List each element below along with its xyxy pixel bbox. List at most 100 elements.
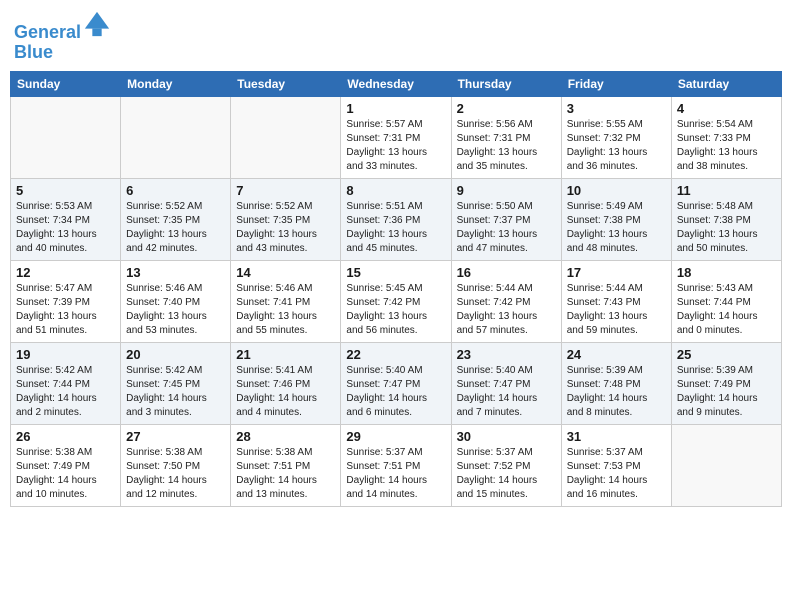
day-number: 8 bbox=[346, 183, 445, 198]
day-detail: Sunrise: 5:40 AM Sunset: 7:47 PM Dayligh… bbox=[457, 364, 556, 420]
calendar-cell: 1 Sunrise: 5:57 AM Sunset: 7:31 PM Daylig… bbox=[341, 96, 451, 178]
day-number: 14 bbox=[236, 265, 335, 280]
day-detail: Sunrise: 5:52 AM Sunset: 7:35 PM Dayligh… bbox=[236, 200, 335, 256]
day-number: 6 bbox=[126, 183, 225, 198]
day-detail: Sunrise: 5:46 AM Sunset: 7:41 PM Dayligh… bbox=[236, 282, 335, 338]
day-number: 19 bbox=[16, 347, 115, 362]
day-detail: Sunrise: 5:39 AM Sunset: 7:48 PM Dayligh… bbox=[567, 364, 666, 420]
calendar-cell: 23 Sunrise: 5:40 AM Sunset: 7:47 PM Dayli… bbox=[451, 342, 561, 424]
day-number: 3 bbox=[567, 101, 666, 116]
calendar-week-2: 5Sunrise: 5:53 AM Sunset: 7:34 PM Daylig… bbox=[11, 178, 782, 260]
calendar-cell: 25 Sunrise: 5:39 AM Sunset: 7:49 PM Dayli… bbox=[671, 342, 781, 424]
day-detail: Sunrise: 5:37 AM Sunset: 7:51 PM Dayligh… bbox=[346, 446, 445, 502]
calendar-cell: 5Sunrise: 5:53 AM Sunset: 7:34 PM Daylig… bbox=[11, 178, 121, 260]
calendar-cell: 2Sunrise: 5:56 AM Sunset: 7:31 PM Daylig… bbox=[451, 96, 561, 178]
day-detail: Sunrise: 5:45 AM Sunset: 7:42 PM Dayligh… bbox=[346, 282, 445, 338]
day-number: 4 bbox=[677, 101, 776, 116]
day-detail: Sunrise: 5:42 AM Sunset: 7:45 PM Dayligh… bbox=[126, 364, 225, 420]
day-number: 16 bbox=[457, 265, 556, 280]
day-number: 20 bbox=[126, 347, 225, 362]
day-number: 1 bbox=[346, 101, 445, 116]
calendar-cell bbox=[11, 96, 121, 178]
calendar-cell: 31Sunrise: 5:37 AM Sunset: 7:53 PM Dayli… bbox=[561, 424, 671, 506]
day-detail: Sunrise: 5:46 AM Sunset: 7:40 PM Dayligh… bbox=[126, 282, 225, 338]
calendar-cell: 15 Sunrise: 5:45 AM Sunset: 7:42 PM Dayli… bbox=[341, 260, 451, 342]
calendar-cell: 29 Sunrise: 5:37 AM Sunset: 7:51 PM Dayli… bbox=[341, 424, 451, 506]
calendar-week-5: 26 Sunrise: 5:38 AM Sunset: 7:49 PM Dayli… bbox=[11, 424, 782, 506]
day-detail: Sunrise: 5:38 AM Sunset: 7:49 PM Dayligh… bbox=[16, 446, 115, 502]
page-header: General Blue bbox=[10, 10, 782, 63]
calendar-cell: 20 Sunrise: 5:42 AM Sunset: 7:45 PM Dayli… bbox=[121, 342, 231, 424]
day-number: 25 bbox=[677, 347, 776, 362]
day-detail: Sunrise: 5:47 AM Sunset: 7:39 PM Dayligh… bbox=[16, 282, 115, 338]
day-number: 22 bbox=[346, 347, 445, 362]
day-detail: Sunrise: 5:54 AM Sunset: 7:33 PM Dayligh… bbox=[677, 118, 776, 174]
day-number: 24 bbox=[567, 347, 666, 362]
logo: General Blue bbox=[14, 10, 111, 63]
calendar-cell: 28 Sunrise: 5:38 AM Sunset: 7:51 PM Dayli… bbox=[231, 424, 341, 506]
col-header-saturday: Saturday bbox=[671, 71, 781, 96]
day-detail: Sunrise: 5:49 AM Sunset: 7:38 PM Dayligh… bbox=[567, 200, 666, 256]
day-detail: Sunrise: 5:37 AM Sunset: 7:52 PM Dayligh… bbox=[457, 446, 556, 502]
col-header-wednesday: Wednesday bbox=[341, 71, 451, 96]
calendar-cell bbox=[671, 424, 781, 506]
logo-icon bbox=[83, 10, 111, 38]
day-number: 30 bbox=[457, 429, 556, 444]
day-detail: Sunrise: 5:57 AM Sunset: 7:31 PM Dayligh… bbox=[346, 118, 445, 174]
calendar-cell: 16 Sunrise: 5:44 AM Sunset: 7:42 PM Dayli… bbox=[451, 260, 561, 342]
calendar-week-3: 12Sunrise: 5:47 AM Sunset: 7:39 PM Dayli… bbox=[11, 260, 782, 342]
calendar-cell: 7 Sunrise: 5:52 AM Sunset: 7:35 PM Daylig… bbox=[231, 178, 341, 260]
day-number: 2 bbox=[457, 101, 556, 116]
calendar-cell: 8 Sunrise: 5:51 AM Sunset: 7:36 PM Daylig… bbox=[341, 178, 451, 260]
day-detail: Sunrise: 5:43 AM Sunset: 7:44 PM Dayligh… bbox=[677, 282, 776, 338]
day-number: 27 bbox=[126, 429, 225, 444]
day-number: 17 bbox=[567, 265, 666, 280]
day-detail: Sunrise: 5:51 AM Sunset: 7:36 PM Dayligh… bbox=[346, 200, 445, 256]
logo-blue: Blue bbox=[14, 43, 111, 63]
day-detail: Sunrise: 5:44 AM Sunset: 7:43 PM Dayligh… bbox=[567, 282, 666, 338]
logo-text: General bbox=[14, 10, 111, 43]
calendar-week-4: 19Sunrise: 5:42 AM Sunset: 7:44 PM Dayli… bbox=[11, 342, 782, 424]
calendar-cell bbox=[231, 96, 341, 178]
calendar-cell: 4 Sunrise: 5:54 AM Sunset: 7:33 PM Daylig… bbox=[671, 96, 781, 178]
calendar-cell: 6 Sunrise: 5:52 AM Sunset: 7:35 PM Daylig… bbox=[121, 178, 231, 260]
day-detail: Sunrise: 5:39 AM Sunset: 7:49 PM Dayligh… bbox=[677, 364, 776, 420]
day-number: 29 bbox=[346, 429, 445, 444]
day-number: 23 bbox=[457, 347, 556, 362]
calendar-cell: 24 Sunrise: 5:39 AM Sunset: 7:48 PM Dayli… bbox=[561, 342, 671, 424]
calendar-cell: 12Sunrise: 5:47 AM Sunset: 7:39 PM Dayli… bbox=[11, 260, 121, 342]
day-detail: Sunrise: 5:50 AM Sunset: 7:37 PM Dayligh… bbox=[457, 200, 556, 256]
calendar-cell: 19Sunrise: 5:42 AM Sunset: 7:44 PM Dayli… bbox=[11, 342, 121, 424]
day-detail: Sunrise: 5:52 AM Sunset: 7:35 PM Dayligh… bbox=[126, 200, 225, 256]
day-number: 15 bbox=[346, 265, 445, 280]
calendar-cell: 3 Sunrise: 5:55 AM Sunset: 7:32 PM Daylig… bbox=[561, 96, 671, 178]
calendar-cell: 13 Sunrise: 5:46 AM Sunset: 7:40 PM Dayli… bbox=[121, 260, 231, 342]
day-number: 28 bbox=[236, 429, 335, 444]
day-detail: Sunrise: 5:37 AM Sunset: 7:53 PM Dayligh… bbox=[567, 446, 666, 502]
day-number: 10 bbox=[567, 183, 666, 198]
day-detail: Sunrise: 5:55 AM Sunset: 7:32 PM Dayligh… bbox=[567, 118, 666, 174]
day-number: 13 bbox=[126, 265, 225, 280]
calendar-cell bbox=[121, 96, 231, 178]
calendar-cell: 17 Sunrise: 5:44 AM Sunset: 7:43 PM Dayli… bbox=[561, 260, 671, 342]
day-number: 26 bbox=[16, 429, 115, 444]
day-detail: Sunrise: 5:41 AM Sunset: 7:46 PM Dayligh… bbox=[236, 364, 335, 420]
col-header-sunday: Sunday bbox=[11, 71, 121, 96]
day-detail: Sunrise: 5:40 AM Sunset: 7:47 PM Dayligh… bbox=[346, 364, 445, 420]
day-number: 5 bbox=[16, 183, 115, 198]
day-detail: Sunrise: 5:44 AM Sunset: 7:42 PM Dayligh… bbox=[457, 282, 556, 338]
calendar-cell: 11Sunrise: 5:48 AM Sunset: 7:38 PM Dayli… bbox=[671, 178, 781, 260]
day-number: 11 bbox=[677, 183, 776, 198]
day-detail: Sunrise: 5:38 AM Sunset: 7:51 PM Dayligh… bbox=[236, 446, 335, 502]
calendar-table: SundayMondayTuesdayWednesdayThursdayFrid… bbox=[10, 71, 782, 507]
day-detail: Sunrise: 5:38 AM Sunset: 7:50 PM Dayligh… bbox=[126, 446, 225, 502]
col-header-thursday: Thursday bbox=[451, 71, 561, 96]
day-number: 21 bbox=[236, 347, 335, 362]
day-number: 7 bbox=[236, 183, 335, 198]
calendar-cell: 9Sunrise: 5:50 AM Sunset: 7:37 PM Daylig… bbox=[451, 178, 561, 260]
calendar-cell: 18Sunrise: 5:43 AM Sunset: 7:44 PM Dayli… bbox=[671, 260, 781, 342]
calendar-cell: 10 Sunrise: 5:49 AM Sunset: 7:38 PM Dayli… bbox=[561, 178, 671, 260]
calendar-week-1: 1 Sunrise: 5:57 AM Sunset: 7:31 PM Daylig… bbox=[11, 96, 782, 178]
calendar-cell: 14 Sunrise: 5:46 AM Sunset: 7:41 PM Dayli… bbox=[231, 260, 341, 342]
calendar-cell: 27 Sunrise: 5:38 AM Sunset: 7:50 PM Dayli… bbox=[121, 424, 231, 506]
